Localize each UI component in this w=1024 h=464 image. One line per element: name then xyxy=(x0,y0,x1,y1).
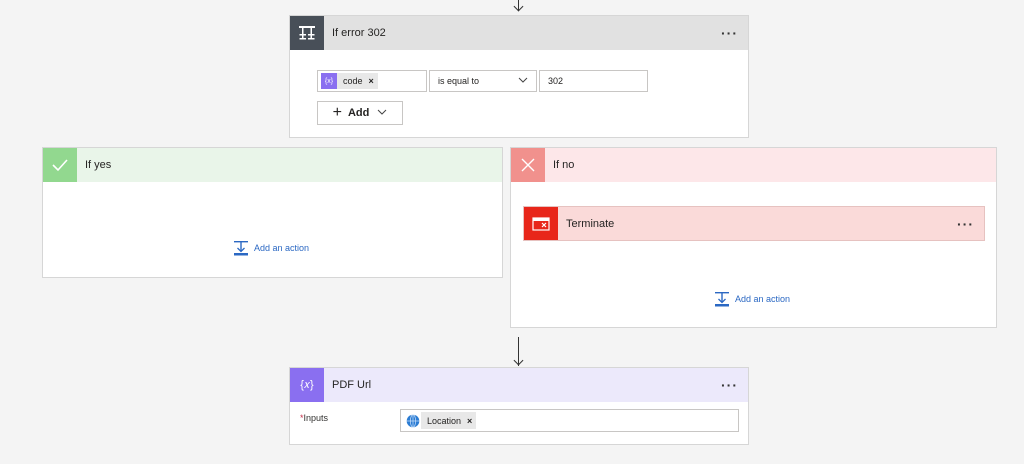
inputs-label: *Inputs xyxy=(300,413,328,423)
operator-select[interactable]: is equal to xyxy=(429,70,537,92)
if-no-header[interactable]: If no xyxy=(511,148,996,182)
compose-icon: {𝑥} xyxy=(290,368,324,402)
add-action-icon xyxy=(234,241,248,256)
inputs-label-text: Inputs xyxy=(303,413,329,423)
if-no-add-action-button[interactable]: Add an action xyxy=(714,291,790,307)
add-action-icon xyxy=(715,292,729,307)
terminate-card[interactable]: Terminate ··· xyxy=(523,206,985,241)
pdf-url-menu-button[interactable]: ··· xyxy=(721,378,738,392)
inputs-field[interactable]: Location × xyxy=(400,409,739,432)
close-icon xyxy=(511,148,545,182)
condition-title[interactable]: If error 302 xyxy=(332,27,386,39)
location-token-label: Location xyxy=(427,415,462,426)
plus-icon: + xyxy=(332,104,342,121)
if-no-branch[interactable]: If no Terminate ··· Add an action xyxy=(510,147,997,328)
if-no-title: If no xyxy=(553,159,575,171)
condition-left-operand[interactable]: {x} code × xyxy=(317,70,427,92)
terminate-header[interactable]: Terminate ··· xyxy=(524,207,984,240)
operator-value: is equal to xyxy=(438,76,480,86)
chevron-down-icon xyxy=(518,75,528,87)
chevron-down-icon xyxy=(377,107,387,120)
condition-card[interactable]: If error 302 ··· {x} code × is equal to … xyxy=(289,15,749,138)
if-yes-title: If yes xyxy=(85,159,112,171)
location-token[interactable]: Location × xyxy=(404,412,477,429)
pdf-url-header[interactable]: {𝑥} PDF Url ··· xyxy=(290,368,748,402)
pdf-url-card[interactable]: {𝑥} PDF Url ··· *Inputs Location × xyxy=(289,367,749,445)
remove-location-token-button[interactable]: × xyxy=(467,416,472,426)
if-yes-header[interactable]: If yes xyxy=(43,148,502,182)
condition-menu-button[interactable]: ··· xyxy=(721,26,738,40)
condition-right-operand[interactable]: 302 xyxy=(539,70,648,92)
condition-icon xyxy=(290,16,324,50)
remove-code-token-button[interactable]: × xyxy=(369,76,374,86)
globe-icon xyxy=(404,412,421,429)
condition-header[interactable]: If error 302 ··· xyxy=(290,16,748,50)
code-token-label: code xyxy=(343,76,363,86)
if-no-add-action-label: Add an action xyxy=(735,294,791,304)
if-yes-branch[interactable]: If yes Add an action xyxy=(42,147,503,278)
add-condition-button[interactable]: + Add xyxy=(317,101,403,125)
add-button-label: Add xyxy=(347,107,370,119)
if-yes-add-action-button[interactable]: Add an action xyxy=(233,240,309,256)
code-token[interactable]: {x} code × xyxy=(321,73,378,89)
checkmark-icon xyxy=(43,148,77,182)
variable-icon: {x} xyxy=(321,73,337,89)
right-value: 302 xyxy=(548,76,564,86)
if-yes-add-action-label: Add an action xyxy=(254,243,310,253)
terminate-title[interactable]: Terminate xyxy=(566,218,614,230)
terminate-icon xyxy=(524,207,558,240)
terminate-menu-button[interactable]: ··· xyxy=(957,217,974,231)
pdf-url-title[interactable]: PDF Url xyxy=(332,379,371,391)
